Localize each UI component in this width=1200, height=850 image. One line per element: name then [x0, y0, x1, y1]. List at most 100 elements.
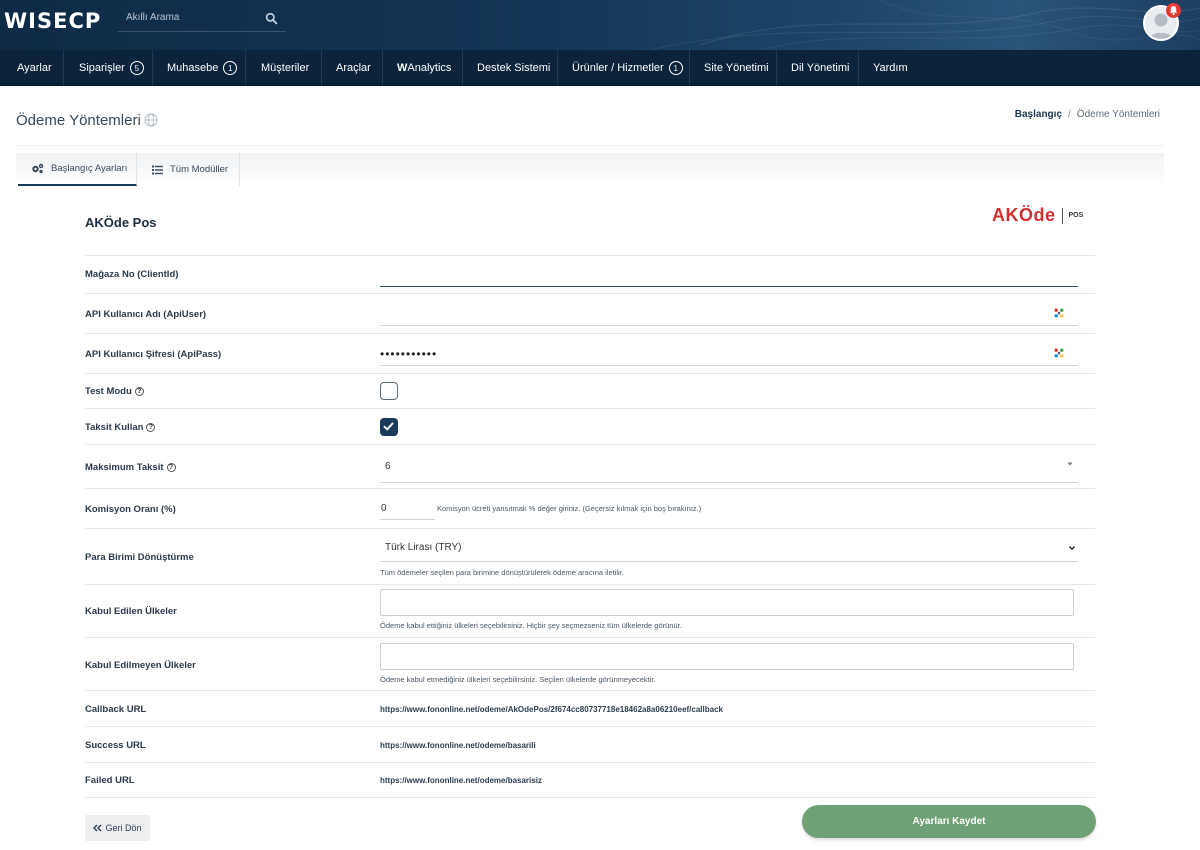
- api-pass-value: •••••••••••: [380, 347, 438, 361]
- brand-logo-divider: [1061, 207, 1063, 224]
- double-chevron-left-icon: [93, 824, 102, 832]
- allowed-countries-select[interactable]: [380, 589, 1074, 616]
- module-brand-logo: AKÖde POS: [992, 205, 1083, 226]
- row-divider: [85, 637, 1095, 638]
- help-icon[interactable]: ?: [134, 387, 144, 396]
- nav-item-site-management[interactable]: Site Yönetimi: [704, 50, 769, 86]
- test-mode-label: Test Modu?: [85, 386, 144, 397]
- blocked-countries-label: Kabul Edilmeyen Ülkeler: [85, 660, 196, 671]
- help-icon[interactable]: ?: [166, 463, 176, 472]
- cogs-icon: [32, 163, 44, 174]
- row-divider: [85, 333, 1095, 334]
- nav-divider: [462, 50, 463, 86]
- nav-divider: [689, 50, 690, 86]
- caret-down-icon[interactable]: [1066, 460, 1074, 468]
- nav-item-language[interactable]: Dil Yönetimi: [791, 50, 850, 86]
- nav-divider: [321, 50, 322, 86]
- row-divider: [85, 584, 1095, 585]
- currency-select[interactable]: Türk Lirası (TRY): [385, 542, 462, 553]
- success-url-label: Success URL: [85, 740, 146, 751]
- commission-hint: Komisyon ücreti yansıtmak % değer girini…: [437, 504, 702, 513]
- row-divider: [85, 255, 1095, 256]
- row-divider: [85, 373, 1095, 374]
- row-divider: [85, 408, 1095, 409]
- failed-url-label: Failed URL: [85, 775, 135, 786]
- nav-divider: [776, 50, 777, 86]
- blocked-countries-hint: Ödeme kabul etmediğiniz ülkeleri seçebil…: [380, 675, 656, 684]
- nav-item-customers[interactable]: Müşteriler: [261, 50, 309, 86]
- tab-all-modules[interactable]: Tüm Modüller: [137, 153, 240, 186]
- row-divider: [85, 293, 1095, 294]
- top-header: WISECP: [0, 0, 1200, 50]
- nav-item-orders[interactable]: Siparişler 5: [79, 50, 144, 86]
- commission-label: Komisyon Oranı (%): [85, 504, 176, 515]
- breadcrumb-separator: /: [1068, 109, 1071, 120]
- select-underline: [380, 561, 1078, 562]
- app-logo[interactable]: WISECP: [4, 9, 101, 33]
- search-input[interactable]: [126, 12, 256, 23]
- allowed-countries-label: Kabul Edilen Ülkeler: [85, 606, 177, 617]
- breadcrumb: Başlangıç / Ödeme Yöntemleri: [1015, 109, 1160, 120]
- test-mode-checkbox[interactable]: [380, 382, 398, 400]
- client-id-input[interactable]: [380, 265, 1078, 287]
- chevron-down-icon[interactable]: [1068, 544, 1076, 552]
- nav-divider: [245, 50, 246, 86]
- api-pass-field[interactable]: [380, 344, 1078, 366]
- row-divider: [85, 444, 1095, 445]
- row-divider: [85, 797, 1095, 798]
- nav-item-settings[interactable]: Ayarlar: [17, 50, 52, 86]
- callback-url-label: Callback URL: [85, 704, 147, 715]
- breadcrumb-current: Ödeme Yöntemleri: [1076, 109, 1160, 120]
- callback-url-value: https://www.fononline.net/odeme/AkOdePos…: [380, 705, 723, 714]
- api-pass-label: API Kullanıcı Şifresi (ApiPass): [85, 349, 222, 360]
- max-installment-label: Maksimum Taksit?: [85, 462, 176, 473]
- save-settings-button[interactable]: Ayarları Kaydet: [802, 805, 1096, 838]
- nav-item-tools[interactable]: Araçlar: [336, 50, 371, 86]
- nav-item-support[interactable]: Destek Sistemi: [477, 50, 550, 86]
- breadcrumb-home-link[interactable]: Başlangıç: [1015, 109, 1062, 120]
- main-nav: Ayarlar Siparişler 5 Muhasebe 1 Müşteriler…: [0, 50, 1200, 86]
- api-user-input[interactable]: [380, 304, 1078, 326]
- divider: [16, 145, 1164, 146]
- search-icon[interactable]: [265, 12, 278, 25]
- nav-badge: 5: [129, 61, 144, 75]
- currency-label: Para Birimi Dönüştürme: [85, 552, 194, 563]
- nav-divider: [557, 50, 558, 86]
- row-divider: [85, 762, 1095, 763]
- nav-badge: 1: [668, 61, 683, 75]
- select-underline: [380, 482, 1078, 483]
- help-icon[interactable]: ?: [146, 423, 156, 432]
- allowed-countries-hint: Ödeme kabul ettiğiniz ülkeleri seçebilir…: [380, 621, 682, 630]
- row-divider: [85, 528, 1095, 529]
- brand-logo-text: AKÖde: [992, 205, 1056, 225]
- globe-icon: [144, 113, 158, 127]
- brand-logo-sub: POS: [1068, 212, 1084, 219]
- page-title: Ödeme Yöntemleri: [16, 112, 141, 129]
- nav-item-help[interactable]: Yardım: [873, 50, 908, 86]
- currency-hint: Tüm ödemeler seçilen para birimine dönüş…: [380, 568, 624, 577]
- api-user-label: API Kullanıcı Adı (ApiUser): [85, 309, 207, 320]
- installment-checkbox[interactable]: [380, 418, 398, 436]
- generate-key-icon[interactable]: [1054, 308, 1064, 318]
- commission-input[interactable]: [380, 498, 435, 520]
- row-divider: [85, 488, 1095, 489]
- installment-label: Taksit Kullan?: [85, 422, 156, 433]
- check-icon: [383, 422, 394, 431]
- nav-badge: 1: [223, 61, 238, 75]
- failed-url-value: https://www.fononline.net/odeme/basarisi…: [380, 776, 542, 785]
- tab-start-settings[interactable]: Başlangıç Ayarları: [18, 153, 137, 186]
- nav-item-analytics[interactable]: W Analytics: [397, 50, 451, 86]
- client-id-label: Mağaza No (ClientId): [85, 269, 179, 280]
- search-box[interactable]: [118, 6, 286, 32]
- nav-divider: [382, 50, 383, 86]
- blocked-countries-select[interactable]: [380, 643, 1074, 670]
- generate-key-icon[interactable]: [1054, 348, 1064, 358]
- success-url-value: https://www.fononline.net/odeme/basarili: [380, 741, 536, 750]
- module-title: AKÖde Pos: [85, 215, 157, 230]
- nav-divider: [858, 50, 859, 86]
- nav-item-accounting[interactable]: Muhasebe 1: [167, 50, 238, 86]
- max-installment-select[interactable]: 6: [385, 461, 391, 472]
- notification-bell-icon[interactable]: [1166, 3, 1181, 18]
- back-button[interactable]: Geri Dön: [85, 815, 150, 841]
- nav-item-products[interactable]: Ürünler / Hizmetler 1: [572, 50, 683, 86]
